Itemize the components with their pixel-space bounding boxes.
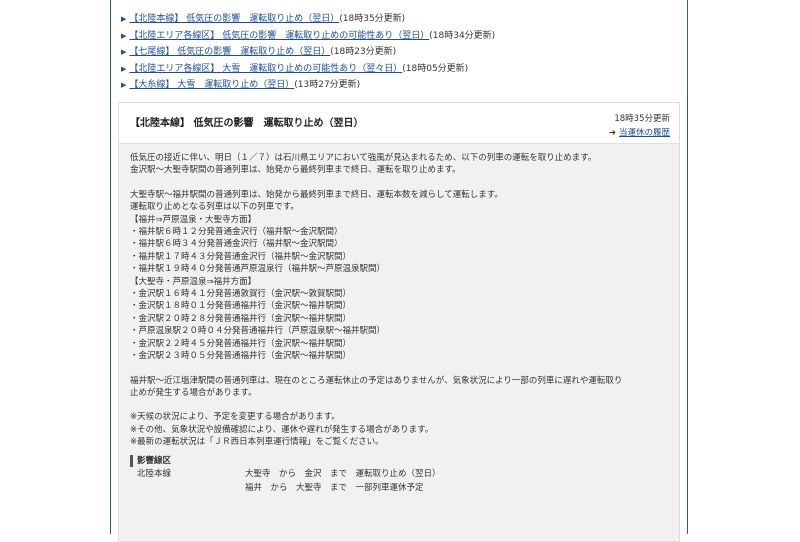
notice-detail-panel: 【北陸本線】 低気圧の影響 運転取り止め（翌日） 18時35分更新 ➔ 当運休の履… [118, 102, 680, 542]
notice-updated: (18時05分更新) [402, 63, 469, 74]
body-line: ・芦原温泉駅２０時０４分発普通福井行（芦原温泉駅～福井駅間） [130, 326, 386, 337]
body-line: ・福井駅６時１２分発普通金沢行（福井駅～金沢駅間） [130, 227, 343, 238]
notice-link[interactable]: 【七尾線】 低気圧の影響 運転取り止め（翌日） [129, 47, 330, 57]
content-frame: ▶ 【北陸本線】 低気圧の影響 運転取り止め（翌日）(18時35分更新) ▶ 【北陸… [110, 0, 688, 542]
notice-updated: (18時35分更新) [339, 14, 406, 24]
body-line: 大聖寺駅～福井駅間の普通列車は、始発から最終列車まで終日、運転本数を減らして運転… [130, 189, 503, 200]
body-line: 止めが発生する場合があります。 [130, 387, 257, 398]
triangle-bullet-icon: ▶ [121, 81, 127, 90]
list-item: ▶ 【大糸線】 大雪 運転取り止め（翌日）(13時27分更新) [121, 77, 687, 94]
arrow-right-icon: ➔ [608, 128, 616, 138]
body-line: 【福井⇒芦原温泉・大聖寺方面】 [130, 214, 257, 225]
body-line: ・金沢駅１８時０１分発普通福井行（金沢駅～福井駅間） [130, 301, 352, 312]
body-line: 低気圧の接近に伴い、明日（１／７）は石川県エリアにおいて強風が見込まれるため、以… [130, 153, 597, 163]
body-line: ・福井駅１９時４０分発普通芦原温泉行（福井駅～芦原温泉駅間） [130, 264, 386, 275]
body-line: ・金沢駅２３時０５分発普通福井行（金沢駅～福井駅間） [130, 351, 352, 362]
body-line: 運転取り止めとなる列車は以下の列車です。 [130, 202, 299, 213]
affected-line-name [130, 481, 245, 495]
affected-row: 北陸本線 大聖寺 から 金沢 まで 運転取り止め（翌日） [130, 467, 669, 481]
body-line: ・福井駅６時３４分発普通金沢行（福井駅～金沢駅間） [130, 239, 343, 250]
notice-link[interactable]: 【北陸エリア各線区】 低気圧の影響 運転取り止めの可能性あり（翌日） [129, 31, 429, 41]
detail-title: 【北陸本線】 低気圧の影響 運転取り止め（翌日） [130, 118, 364, 129]
body-line: ・福井駅１７時４３分発普通金沢行（福井駅～金沢駅間） [130, 251, 352, 262]
notice-updated: (13時27分更新) [294, 80, 361, 91]
body-line: 福井駅～近江塩津駅間の普通列車は、現在のところ運転休止の予定はありませんが、気象… [130, 375, 623, 386]
panel-header: 【北陸本線】 低気圧の影響 運転取り止め（翌日） 18時35分更新 ➔ 当運休の履… [119, 103, 679, 144]
body-line: 【大聖寺・芦原温泉⇒福井方面】 [130, 276, 257, 287]
list-item: ▶ 【北陸エリア各線区】 大雪 運転取り止めの可能性あり（翌々日）(18時05分更… [121, 61, 687, 78]
list-item: ▶ 【北陸エリア各線区】 低気圧の影響 運転取り止めの可能性あり（翌日）(18時3… [121, 28, 687, 45]
body-line: ・金沢駅１６時４１分発普通敦賀行（金沢駅～敦賀駅間） [130, 289, 352, 300]
list-item: ▶ 【北陸本線】 低気圧の影響 運転取り止め（翌日）(18時35分更新) [121, 11, 687, 28]
notice-updated: (18時23分更新) [330, 47, 397, 58]
detail-body: 低気圧の接近に伴い、明日（１／７）は石川県エリアにおいて強風が見込まれるため、以… [119, 144, 679, 495]
affected-line-status: 大聖寺 から 金沢 まで 運転取り止め（翌日） [245, 468, 441, 479]
triangle-bullet-icon: ▶ [121, 48, 127, 57]
note-line: ※最新の運転状況は「ＪＲ西日本列車運行情報」をご覧ください。 [130, 437, 384, 448]
history-link[interactable]: ➔ 当運休の履歴 [609, 126, 670, 138]
triangle-bullet-icon: ▶ [121, 64, 127, 73]
affected-line-status: 福井 から 大聖寺 まで 一部列車運休予定 [245, 482, 424, 493]
triangle-bullet-icon: ▶ [121, 15, 127, 23]
notice-list: ▶ 【北陸本線】 低気圧の影響 運転取り止め（翌日）(18時35分更新) ▶ 【北陸… [111, 0, 687, 94]
note-line: ※天候の状況により、予定を変更する場合があります。 [130, 412, 340, 423]
affected-lines-heading: 影響線区 [130, 454, 669, 467]
triangle-bullet-icon: ▶ [121, 31, 127, 40]
detail-updated-time: 18時35分更新 [614, 114, 670, 124]
note-line: ※その他、気象状況や設備確認により、運休や遅れが発生する場合があります。 [130, 424, 434, 435]
body-line: 金沢駅～大聖寺駅間の普通列車は、始発から最終列車まで終日、運転を取り止めます。 [130, 165, 461, 176]
body-line: ・金沢駅２０時２８分発普通福井行（金沢駅～福井駅間） [130, 313, 352, 324]
affected-line-name: 北陸本線 [137, 468, 172, 479]
notice-updated: (18時34分更新) [429, 30, 496, 41]
body-line: ・金沢駅２２時４５分発普通福井行（金沢駅～福井駅間） [130, 338, 352, 349]
list-item: ▶ 【七尾線】 低気圧の影響 運転取り止め（翌日）(18時23分更新) [121, 44, 687, 61]
affected-row: 福井 から 大聖寺 まで 一部列車運休予定 [130, 481, 669, 495]
notice-link[interactable]: 【北陸エリア各線区】 大雪 運転取り止めの可能性あり（翌々日） [129, 64, 402, 74]
notice-link[interactable]: 【北陸本線】 低気圧の影響 運転取り止め（翌日） [129, 14, 339, 24]
notice-link[interactable]: 【大糸線】 大雪 運転取り止め（翌日） [129, 80, 294, 90]
history-link-label[interactable]: 当運休の履歴 [619, 128, 670, 138]
